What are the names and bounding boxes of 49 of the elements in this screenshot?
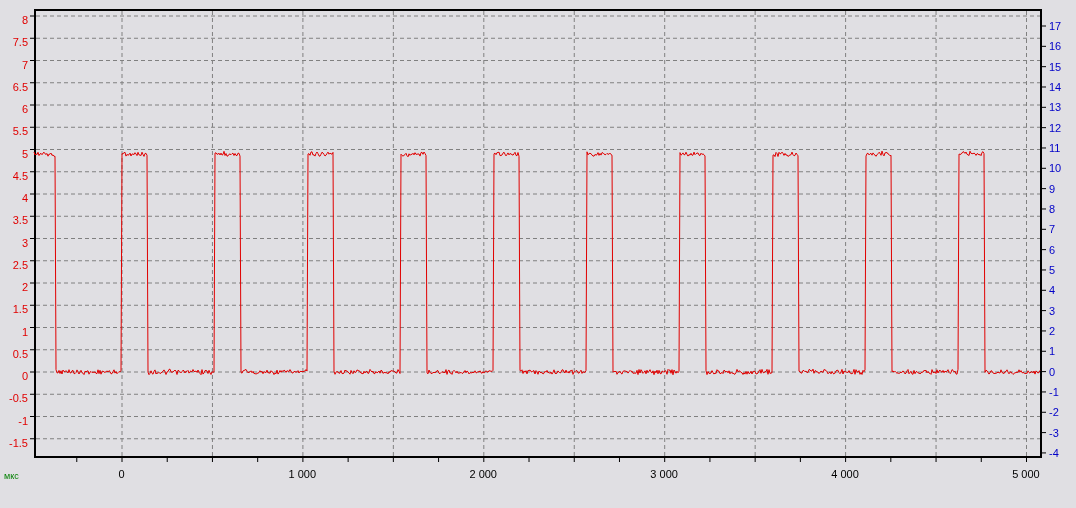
y-axis-label: -1 [18,413,28,429]
y-axis-label: 6 [21,102,28,117]
y-axis-label: -2 [1049,405,1059,421]
y-axis-label: -0.5 [9,391,28,407]
y-axis-label: 6.5 [12,79,28,95]
x-axis-label: 2 000 [469,467,497,482]
y-axis-label: -1 [1049,384,1059,400]
y-axis-label: 8 [1049,201,1056,217]
y-axis-label: 7 [21,57,28,73]
y-axis-label: 2.5 [12,257,28,273]
y-axis-label: 3 [1049,303,1056,319]
x-axis-label: 0 [118,467,125,482]
x-axis-label: 5 000 [1012,467,1040,482]
y-axis-label: 5.5 [12,124,28,140]
y-axis-label: 1 [21,324,28,340]
y-axis-label: 3.5 [12,213,28,229]
y-axis-label: -4 [1049,445,1059,461]
y-axis-label: 1 [1049,344,1056,360]
y-axis-label: 7.5 [12,35,28,51]
y-axis-label: 17 [1049,19,1062,34]
x-axis-label: 1 000 [288,467,317,482]
y-axis-label: 1.5 [12,302,28,318]
y-axis-label: 8 [21,13,28,28]
y-axis-label: 0.5 [12,346,28,362]
y-axis-label: 13 [1049,100,1062,116]
y-axis-label: 7 [1049,222,1056,238]
y-axis-label: 14 [1049,80,1062,95]
y-axis-label: -1.5 [9,435,28,451]
y-axis-label: 5 [1049,262,1056,278]
y-axis-label: 0 [21,369,28,384]
y-axis-label: 12 [1049,120,1062,136]
y-axis-label: 9 [1049,181,1056,197]
y-axis-label: 5 [21,146,28,162]
y-axis-label: 15 [1049,59,1062,75]
y-axis-label: 10 [1049,161,1062,177]
x-axis-unit: мкс [3,470,20,483]
y-axis-label: 0 [1049,364,1056,380]
y-axis-label: 2 [21,280,28,295]
y-axis-label: 3 [21,235,28,251]
x-axis-label: 3 000 [650,467,678,482]
y-axis-label: 16 [1049,39,1062,55]
x-axis-label: 4 000 [831,467,859,482]
y-axis-label: 4.5 [12,168,28,184]
y-axis-label: 2 [1049,323,1056,339]
y-axis-label: 4 [21,191,28,206]
y-axis-label: 11 [1049,140,1061,156]
y-axis-label: 6 [1049,242,1056,258]
y-axis-label: 4 [1049,283,1056,299]
y-axis-label: -3 [1049,425,1059,441]
